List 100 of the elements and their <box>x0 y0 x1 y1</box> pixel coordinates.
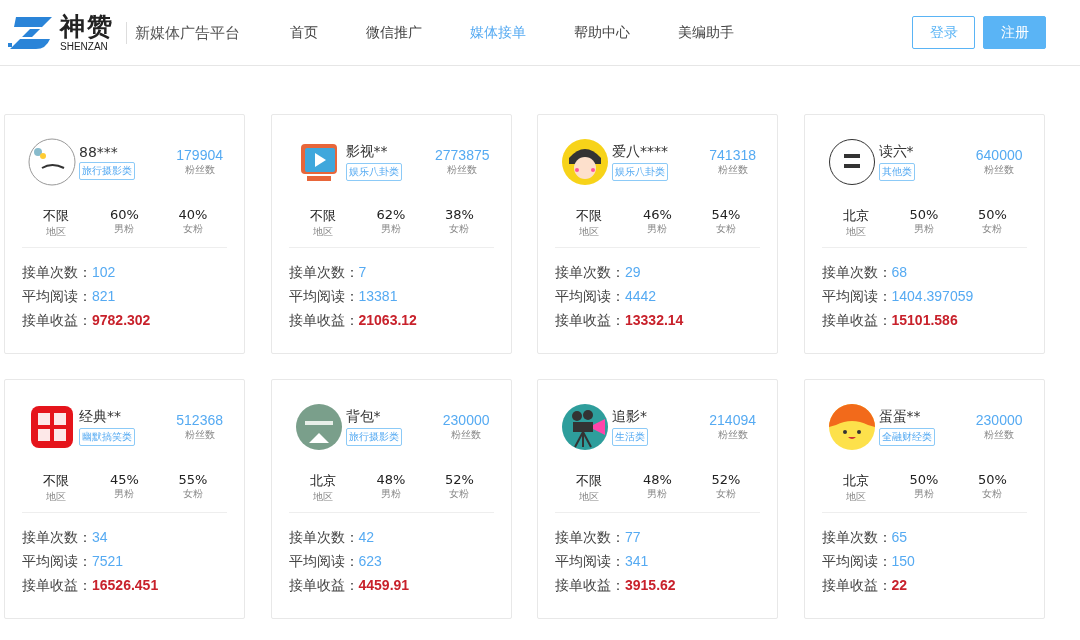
account-name: 追影* <box>612 408 647 426</box>
reads-label: 平均阅读： <box>821 552 892 571</box>
stat-label: 男粉 <box>381 487 401 501</box>
stat-value: 不限 <box>43 207 70 225</box>
stat-value: 48% <box>643 472 672 487</box>
stat-label: 地区 <box>579 490 600 504</box>
income-label: 接单收益： <box>288 576 359 595</box>
stat-label: 地区 <box>845 225 866 239</box>
stat-value: 45% <box>110 472 139 487</box>
avatar-icon <box>827 138 876 186</box>
stat-label: 男粉 <box>647 222 668 236</box>
income-value: 15101.586 <box>891 311 958 330</box>
stat-label: 地区 <box>46 490 67 504</box>
stat-label: 女粉 <box>715 487 736 501</box>
category-tag: 其他类 <box>878 163 915 181</box>
income-label: 接单收益： <box>555 576 625 595</box>
stat-value: 52% <box>444 472 474 487</box>
account-name: 爱八**** <box>612 143 668 161</box>
stat-value: 不限 <box>309 207 336 225</box>
income-label: 接单收益： <box>821 576 892 595</box>
stat-label: 女粉 <box>449 222 470 236</box>
stat-value: 62% <box>376 207 406 222</box>
nav-link[interactable]: 微信推广 <box>366 23 422 42</box>
income-label: 接单收益： <box>555 311 625 330</box>
category-tag: 娱乐八卦类 <box>345 163 402 181</box>
income-label: 接单收益： <box>22 311 92 330</box>
reads-label: 平均阅读： <box>22 552 92 571</box>
orders-value: 68 <box>891 263 908 282</box>
stat-value: 40% <box>178 207 208 222</box>
orders-label: 接单次数： <box>555 528 625 547</box>
nav-link[interactable]: 美编助手 <box>678 23 734 42</box>
stat-value: 46% <box>643 207 672 222</box>
stat-label: 地区 <box>46 225 67 239</box>
stat-label: 地区 <box>845 490 866 504</box>
fans-count: 2773875 <box>435 147 490 163</box>
reads-value: 341 <box>625 552 649 571</box>
mushroom-icon <box>827 403 876 451</box>
account-name: 经典** <box>79 408 121 426</box>
income-label: 接单收益： <box>821 311 892 330</box>
stat-value: 52% <box>711 472 741 487</box>
logo-name: 神赞 <box>60 12 114 41</box>
slogan: 新媒体广告平台 <box>126 21 240 44</box>
income-value: 22 <box>891 576 908 595</box>
stat-value: 60% <box>110 207 139 222</box>
account-name: 读六* <box>878 143 914 161</box>
income-value: 21063.12 <box>358 311 417 330</box>
stat-value: 不限 <box>43 472 70 490</box>
orders-value: 77 <box>625 528 641 547</box>
fans-label: 粉丝数 <box>451 428 482 442</box>
stat-value: 北京 <box>309 472 336 490</box>
reads-label: 平均阅读： <box>555 287 625 306</box>
fans-count: 640000 <box>975 147 1023 163</box>
orders-label: 接单次数： <box>288 528 359 547</box>
account-name: 影视** <box>345 143 388 161</box>
account-name: 88*** <box>79 144 118 160</box>
stat-value: 48% <box>376 472 406 487</box>
income-value: 9782.302 <box>92 311 151 330</box>
stat-label: 女粉 <box>449 487 470 501</box>
mountain-icon <box>294 403 343 451</box>
stat-label: 地区 <box>579 225 600 239</box>
fans-count: 230000 <box>442 412 490 428</box>
stat-label: 女粉 <box>982 222 1003 236</box>
stat-value: 50% <box>909 472 939 487</box>
nav-link[interactable]: 首页 <box>290 23 318 42</box>
fans-count: 214094 <box>709 412 756 428</box>
category-tag: 全融财经类 <box>878 428 935 446</box>
stat-label: 男粉 <box>114 487 135 501</box>
reads-value: 1404.397059 <box>891 287 974 306</box>
fans-label: 粉丝数 <box>984 163 1015 177</box>
account-name: 蛋蛋** <box>878 408 921 426</box>
fans-label: 粉丝数 <box>984 428 1015 442</box>
fans-count: 741318 <box>709 147 756 163</box>
reads-value: 150 <box>891 552 915 571</box>
film-camera-icon <box>561 403 609 451</box>
stat-value: 北京 <box>842 472 869 490</box>
stat-label: 地区 <box>312 225 333 239</box>
orders-value: 29 <box>625 263 641 282</box>
income-value: 4459.91 <box>358 576 410 595</box>
orders-value: 7 <box>358 263 367 282</box>
orders-label: 接单次数： <box>22 528 92 547</box>
reads-label: 平均阅读： <box>22 287 92 306</box>
stat-value: 38% <box>444 207 474 222</box>
orders-label: 接单次数： <box>821 528 892 547</box>
orders-label: 接单次数： <box>555 263 625 282</box>
reads-value: 623 <box>358 552 382 571</box>
stat-label: 女粉 <box>182 222 203 236</box>
account-name: 背包* <box>345 408 381 426</box>
reads-label: 平均阅读： <box>555 552 625 571</box>
reads-label: 平均阅读： <box>288 287 359 306</box>
reads-value: 4442 <box>625 287 657 306</box>
fans-label: 粉丝数 <box>717 163 748 177</box>
stat-label: 地区 <box>312 490 333 504</box>
stat-label: 女粉 <box>182 487 203 501</box>
nav-link[interactable]: 帮助中心 <box>574 23 630 42</box>
fans-label: 粉丝数 <box>184 163 215 177</box>
reads-value: 7521 <box>92 552 124 571</box>
reads-label: 平均阅读： <box>288 552 359 571</box>
fans-count: 179904 <box>176 147 223 163</box>
stat-value: 北京 <box>842 207 869 225</box>
fans-label: 粉丝数 <box>184 428 215 442</box>
